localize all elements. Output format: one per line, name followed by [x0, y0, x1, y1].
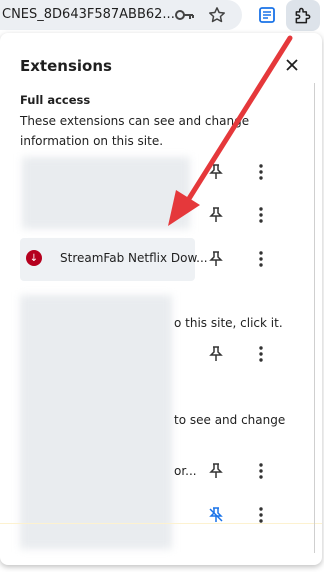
panel-title: Extensions [20, 57, 112, 75]
pin-icon[interactable] [207, 206, 225, 224]
more-options-icon[interactable] [253, 345, 269, 363]
scrollbar[interactable] [312, 83, 317, 553]
panel-divider [0, 523, 322, 524]
pin-icon[interactable] [207, 250, 225, 268]
redacted-extension-area-lower [20, 295, 172, 549]
full-access-heading: Full access [20, 93, 91, 107]
key-icon[interactable] [175, 5, 195, 25]
close-button[interactable] [280, 53, 304, 77]
browser-toolbar: CNES_8D643F587ABB62... [0, 0, 324, 33]
more-options-icon[interactable] [253, 206, 269, 224]
redacted-extension-area [22, 157, 190, 229]
address-bar[interactable]: CNES_8D643F587ABB62... [0, 0, 242, 30]
partial-section-text: to see and change [174, 413, 286, 427]
extensions-panel: Extensions Full access These extensions … [0, 33, 322, 565]
partial-extension-name: or... [174, 464, 197, 478]
reading-list-icon[interactable] [257, 5, 277, 25]
close-icon [286, 59, 298, 71]
more-options-icon[interactable] [253, 250, 269, 268]
pin-icon[interactable] [207, 462, 225, 480]
extensions-button[interactable] [286, 0, 320, 31]
full-access-description: These extensions can see and change info… [20, 114, 250, 148]
extension-name[interactable]: StreamFab Netflix Dow... [60, 251, 208, 265]
more-options-icon[interactable] [253, 506, 269, 524]
unpin-icon[interactable] [207, 506, 225, 524]
star-icon[interactable] [207, 5, 227, 25]
more-options-icon[interactable] [253, 163, 269, 181]
puzzle-icon [295, 7, 311, 23]
partial-section-text: o this site, click it. [174, 316, 283, 330]
more-options-icon[interactable] [253, 462, 269, 480]
pin-icon[interactable] [207, 345, 225, 363]
pin-icon[interactable] [207, 163, 225, 181]
url-text[interactable]: CNES_8D643F587ABB62... [2, 7, 175, 22]
streamfab-icon: ↓ [26, 250, 42, 266]
